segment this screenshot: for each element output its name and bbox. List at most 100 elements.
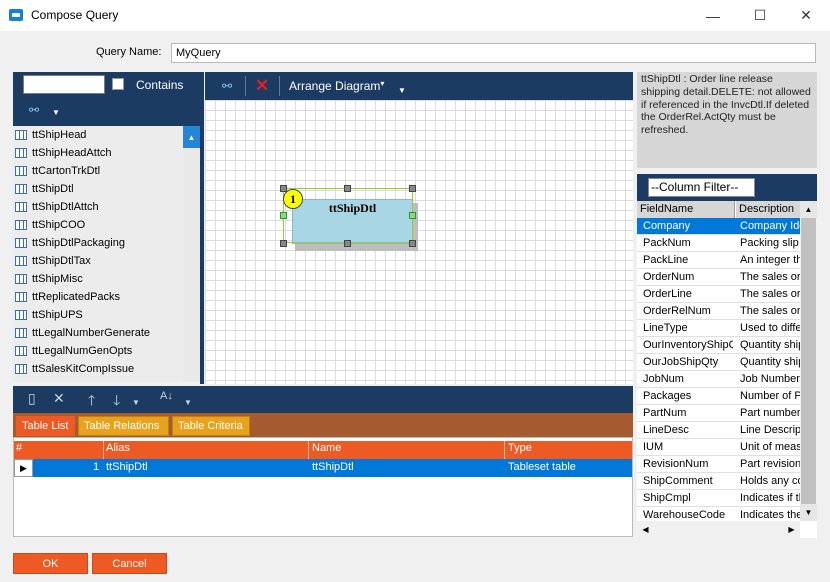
table-row[interactable]: OurInventoryShipQty Quantity shipped — [637, 337, 800, 354]
table-row[interactable]: OrderRelNum The sales order — [637, 303, 800, 320]
list-item[interactable]: ttCartonTrkDtl — [13, 162, 183, 180]
delete-icon[interactable]: ✕ — [255, 76, 269, 96]
column-header-description[interactable]: Description — [736, 201, 800, 218]
cell-description: Part revision — [740, 458, 800, 470]
list-item[interactable]: ttShipDtlPackaging — [13, 234, 183, 252]
query-name-input[interactable] — [171, 43, 816, 63]
table-search-input[interactable] — [23, 75, 105, 94]
move-up-icon[interactable]: 🡑 — [88, 390, 95, 414]
table-icon — [15, 202, 27, 212]
list-item[interactable]: ttShipHead — [13, 126, 183, 144]
scroll-down-icon[interactable]: ▼ — [800, 504, 817, 521]
table-icon — [15, 130, 27, 140]
list-item[interactable]: ttSalesKitCompIssue — [13, 360, 183, 378]
table-row[interactable]: LineDesc Line Description — [637, 422, 800, 439]
ok-button[interactable]: OK — [13, 553, 88, 574]
list-item[interactable]: ttLegalNumGenOpts — [13, 342, 183, 360]
link-icon[interactable]: ⚯ — [29, 103, 45, 117]
table-row[interactable]: OrderLine The sales order — [637, 286, 800, 303]
resize-handle[interactable] — [280, 212, 287, 219]
maximize-button[interactable]: ☐ — [737, 0, 783, 31]
table-row[interactable]: OurJobShipQty Quantity shipped — [637, 354, 800, 371]
list-item[interactable]: ttShipUPS — [13, 306, 183, 324]
delete-icon[interactable]: ✕ — [53, 390, 65, 407]
arrange-diagram-button[interactable]: Arrange Diagram▾ — [289, 79, 384, 93]
table-icon — [15, 310, 27, 320]
table-row[interactable]: JobNum Job Number — [637, 371, 800, 388]
column-filter-input[interactable]: --Column Filter-- — [648, 178, 755, 197]
table-row[interactable]: PackNum Packing slip — [637, 235, 800, 252]
table-number-badge: 1 — [283, 189, 303, 209]
table-row[interactable]: Company Company Identifier — [637, 218, 800, 235]
scroll-thumb[interactable] — [801, 218, 816, 504]
resize-handle[interactable] — [409, 212, 416, 219]
list-item-label: ttShipMisc — [32, 273, 83, 285]
table-icon — [15, 148, 27, 158]
column-header-fieldname[interactable]: FieldName — [637, 201, 735, 218]
chevron-down-icon[interactable]: ▼ — [132, 398, 140, 407]
list-item[interactable]: ttShipDtlAttch — [13, 198, 183, 216]
list-item[interactable]: ttShipHeadAttch — [13, 144, 183, 162]
link-icon[interactable]: ⚯ — [222, 79, 232, 93]
table-row[interactable]: OrderNum The sales order — [637, 269, 800, 286]
tab-table-criteria[interactable]: Table Criteria — [172, 416, 250, 436]
cell-description: Part number — [740, 407, 800, 419]
tab-table-relations[interactable]: Table Relations — [78, 416, 169, 436]
table-row[interactable]: IUM Unit of measure — [637, 439, 800, 456]
table-list-scrollbar[interactable] — [183, 126, 200, 382]
scroll-up-icon[interactable]: ▲ — [800, 201, 817, 218]
scroll-right-icon[interactable]: ▶ — [783, 521, 800, 538]
cell-description: Number of Packages — [740, 390, 800, 402]
table-row[interactable]: PartNum Part number — [637, 405, 800, 422]
contains-checkbox[interactable] — [112, 78, 124, 90]
list-item-label: ttShipDtl — [32, 183, 74, 195]
header-name[interactable]: Name — [312, 442, 341, 454]
toolbar-divider — [279, 76, 280, 96]
scroll-up-icon[interactable]: ▲ — [183, 126, 200, 148]
table-icon — [15, 346, 27, 356]
contains-label: Contains — [136, 78, 184, 92]
table-row[interactable]: PackLine An integer that — [637, 252, 800, 269]
list-item[interactable]: ttLegalNumberGenerate — [13, 324, 183, 342]
new-icon[interactable]: ▯ — [28, 390, 36, 407]
diagram-canvas[interactable] — [205, 100, 633, 384]
chevron-down-icon[interactable]: ▼ — [184, 398, 192, 407]
close-button[interactable]: ✕ — [783, 0, 829, 31]
cell-fieldname: LineType — [643, 322, 688, 334]
list-item[interactable]: ttShipDtlTax — [13, 252, 183, 270]
cancel-button[interactable]: Cancel — [92, 553, 167, 574]
tab-table-list[interactable]: Table List — [16, 416, 75, 436]
resize-handle[interactable] — [409, 240, 416, 247]
header-number[interactable]: # — [16, 442, 22, 454]
table-icon — [15, 238, 27, 248]
list-item[interactable]: ttShipDtl — [13, 180, 183, 198]
resize-handle[interactable] — [280, 240, 287, 247]
table-icon — [15, 328, 27, 338]
header-type[interactable]: Type — [508, 442, 532, 454]
cell-alias[interactable]: ttShipDtl — [106, 461, 148, 473]
list-item[interactable]: ttShipCOO — [13, 216, 183, 234]
resize-handle[interactable] — [409, 185, 416, 192]
resize-handle[interactable] — [344, 185, 351, 192]
list-item[interactable]: ttShipMisc — [13, 270, 183, 288]
sort-icon[interactable]: A↓ — [160, 390, 173, 402]
scroll-left-icon[interactable]: ◀ — [637, 521, 654, 538]
list-item-label: ttShipHead — [32, 129, 87, 141]
chevron-down-icon[interactable]: ▼ — [398, 86, 406, 95]
table-row[interactable]: Packages Number of Packages — [637, 388, 800, 405]
list-item[interactable]: ttReplicatedPacks — [13, 288, 183, 306]
minimize-button[interactable]: — — [690, 0, 736, 31]
table-row[interactable]: ShipComment Holds any comments — [637, 473, 800, 490]
column-grid-hscrollbar[interactable] — [637, 521, 800, 538]
table-row[interactable]: RevisionNum Part revision — [637, 456, 800, 473]
resize-handle[interactable] — [344, 240, 351, 247]
header-alias[interactable]: Alias — [106, 442, 130, 454]
chevron-down-icon[interactable]: ▼ — [52, 108, 60, 117]
table-description: ttShipDtl : Order line release shipping … — [637, 72, 817, 168]
move-down-icon[interactable]: 🡓 — [113, 390, 120, 414]
cell-description: Indicates the — [740, 509, 800, 521]
table-row[interactable]: LineType Used to differentiate — [637, 320, 800, 337]
table-row[interactable]: ShipCmpl Indicates if the — [637, 490, 800, 507]
cell-fieldname: OurJobShipQty — [643, 356, 719, 368]
cell-number: 1 — [93, 461, 100, 473]
